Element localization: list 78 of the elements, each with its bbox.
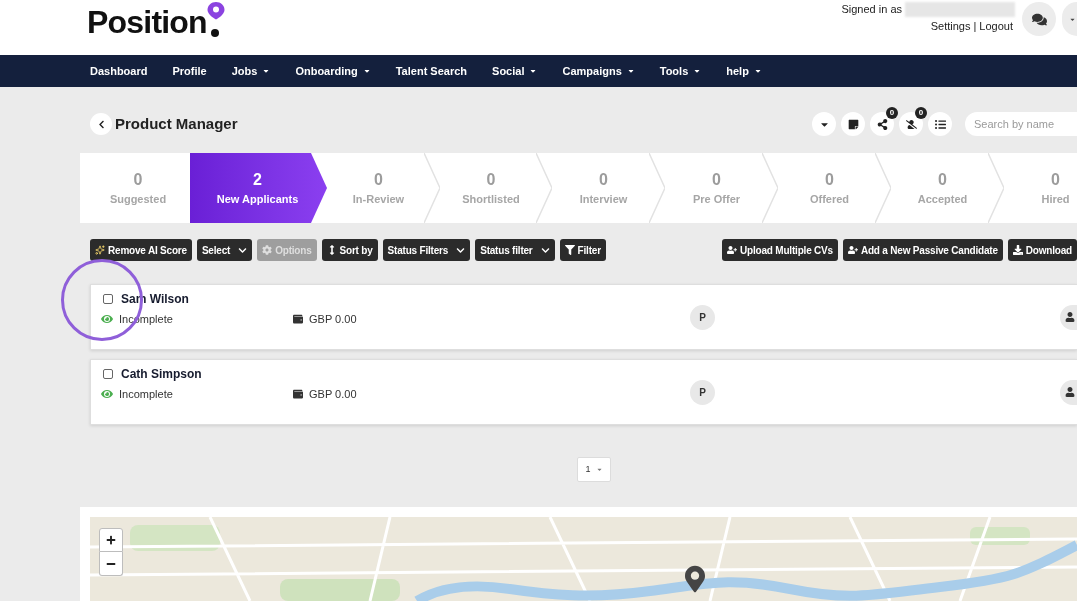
map-pin-icon[interactable] xyxy=(685,565,705,593)
zoom-in-button[interactable] xyxy=(99,528,123,552)
dropdown-button[interactable]: Status filter xyxy=(475,239,555,261)
eye-icon xyxy=(101,313,113,325)
sticky-note-icon xyxy=(847,118,859,130)
back-button[interactable] xyxy=(90,113,112,135)
initial-badge: P xyxy=(690,304,715,330)
download-icon xyxy=(1012,245,1023,255)
pipeline-stage-tab[interactable]: 2 New Applicants xyxy=(190,153,327,223)
user-button[interactable] xyxy=(1060,304,1077,330)
chevron-separator-icon xyxy=(762,153,778,223)
checkbox[interactable] xyxy=(103,294,113,304)
chevron-separator-icon xyxy=(536,153,552,223)
funnel-icon xyxy=(564,245,575,255)
user-plus-icon xyxy=(847,245,858,255)
count-badge: 0 xyxy=(915,107,927,119)
nav-item[interactable]: Tools xyxy=(659,62,702,80)
list-icon xyxy=(934,118,946,130)
user-plus-icon xyxy=(727,245,738,255)
nav-item[interactable]: Campaigns xyxy=(562,62,635,80)
chevron-separator-icon xyxy=(649,153,665,223)
dropdown-button[interactable]: Select xyxy=(196,239,253,261)
signed-in-label: Signed in as xyxy=(841,2,902,18)
dropdown-button[interactable]: Status Filters xyxy=(382,239,471,261)
status-text: Incomplete xyxy=(119,386,173,402)
nav-item[interactable]: Social xyxy=(492,62,538,80)
person-icon xyxy=(1065,312,1075,322)
upload-button[interactable]: Upload Multiple CVs xyxy=(722,239,838,261)
chevron-down-icon xyxy=(456,245,466,255)
candidate-name[interactable]: Cath Simpson xyxy=(121,365,202,383)
hide-button[interactable] xyxy=(899,112,923,136)
logo-text: Position xyxy=(87,6,207,38)
wallet-icon xyxy=(293,389,303,399)
initial-badge: P xyxy=(690,379,715,405)
job-title: Product Manager xyxy=(115,113,238,134)
share-icon xyxy=(876,118,888,130)
nav-item[interactable]: Jobs xyxy=(231,62,271,80)
count-badge: 0 xyxy=(886,107,898,119)
chevron-separator-icon xyxy=(875,153,891,223)
caret-icon xyxy=(595,466,603,473)
chat-button[interactable] xyxy=(1022,2,1056,36)
nav-item[interactable]: Profile xyxy=(172,62,207,80)
filter-button[interactable]: Filter xyxy=(559,239,606,261)
nav-item[interactable]: help xyxy=(726,62,762,80)
share-button[interactable] xyxy=(870,112,894,136)
nav-item[interactable]: Talent Search xyxy=(395,62,468,80)
user-button[interactable] xyxy=(1060,379,1077,405)
eye-icon xyxy=(101,388,113,400)
page-select[interactable]: 1 xyxy=(577,457,611,482)
chevron-separator-icon xyxy=(424,153,440,223)
logout-link[interactable]: Logout xyxy=(979,17,1013,35)
chevron-down-icon xyxy=(540,245,550,255)
chat-bubbles-icon xyxy=(1031,11,1047,27)
chevron-down-icon xyxy=(238,245,248,255)
dropdown-button[interactable] xyxy=(812,112,836,136)
amount-text: GBP 0.00 xyxy=(309,386,357,402)
search-field[interactable]: Search by name xyxy=(965,112,1077,136)
plus-icon xyxy=(106,535,116,545)
checkbox[interactable] xyxy=(103,369,113,379)
person-icon xyxy=(1065,387,1075,397)
list-view-button[interactable] xyxy=(928,112,952,136)
separator-text: | xyxy=(973,18,977,34)
sparkle-icon xyxy=(95,245,105,255)
sort-button[interactable]: Sort by xyxy=(321,239,378,261)
add-candidate-button[interactable]: Add a New Passive Candidate xyxy=(842,239,1003,261)
zoom-out-button[interactable] xyxy=(99,552,123,576)
wallet-icon xyxy=(293,314,303,324)
gear-icon xyxy=(262,245,273,255)
nav-item[interactable]: Dashboard xyxy=(90,62,148,80)
download-button[interactable]: Download xyxy=(1007,239,1077,261)
nav-item[interactable]: Onboarding xyxy=(295,62,371,80)
amount-text: GBP 0.00 xyxy=(309,311,357,327)
notes-button[interactable] xyxy=(841,112,865,136)
user-slash-icon xyxy=(905,118,917,130)
chevron-left-icon xyxy=(96,119,106,129)
chevron-separator-icon xyxy=(988,153,1004,223)
ai-score-button[interactable]: Remove AI Score xyxy=(90,239,192,261)
settings-link[interactable]: Settings xyxy=(930,17,971,35)
